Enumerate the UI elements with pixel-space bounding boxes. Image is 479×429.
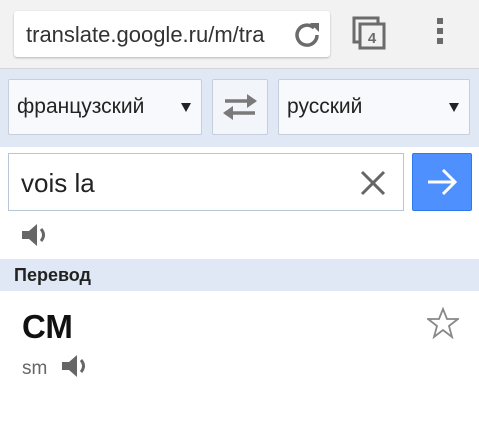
transliteration-text: sm — [22, 358, 48, 379]
swap-arrows-icon — [223, 94, 257, 120]
source-language-label: французский — [17, 95, 145, 118]
overflow-menu-button[interactable] — [430, 14, 450, 54]
translation-title: Перевод — [14, 265, 91, 285]
arrow-right-icon — [428, 168, 458, 196]
tabs-button[interactable]: 4 — [350, 14, 390, 54]
source-text-input[interactable]: vois la — [8, 153, 404, 211]
dropdown-arrow-icon — [449, 103, 459, 112]
translation-result: СМ — [22, 308, 73, 345]
tab-count: 4 — [368, 30, 377, 47]
translate-button[interactable] — [412, 153, 472, 211]
target-language-select[interactable]: русский — [278, 79, 470, 135]
speaker-icon[interactable] — [60, 352, 92, 380]
address-bar[interactable]: translate.google.ru/m/tra — [14, 11, 330, 57]
url-text[interactable]: translate.google.ru/m/tra — [26, 22, 288, 48]
source-language-select[interactable]: французский — [8, 79, 202, 135]
language-bar: французский русский — [0, 69, 479, 147]
close-icon[interactable] — [357, 167, 389, 199]
translation-header: Перевод — [0, 259, 479, 291]
overflow-menu-icon — [430, 18, 450, 44]
swap-languages-button[interactable] — [212, 79, 268, 135]
target-language-label: русский — [287, 95, 363, 118]
source-text-value[interactable]: vois la — [21, 168, 95, 199]
tabs-icon: 4 — [352, 16, 386, 50]
speaker-icon[interactable] — [20, 222, 52, 248]
browser-toolbar: translate.google.ru/m/tra 4 — [0, 0, 479, 69]
dropdown-arrow-icon — [181, 103, 191, 112]
reload-icon[interactable] — [292, 19, 322, 49]
star-icon[interactable] — [427, 307, 459, 339]
